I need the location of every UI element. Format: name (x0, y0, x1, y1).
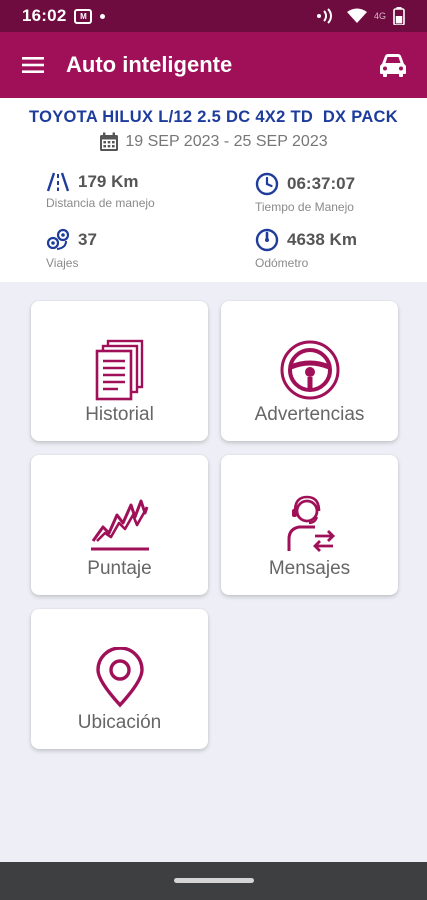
notification-dot-icon (100, 13, 106, 19)
date-range-text: 19 SEP 2023 - 25 SEP 2023 (125, 133, 328, 150)
stat-odometer: 4638 Km Odómetro (255, 228, 357, 270)
odometer-value: 4638 Km (287, 230, 357, 249)
status-time: 16:02 (22, 6, 67, 25)
home-gesture-handle[interactable] (174, 878, 254, 883)
stat-drive-time: 06:37:07 Tiempo de Manejo (255, 172, 355, 214)
puntaje-card[interactable]: Puntaje (31, 455, 208, 595)
historial-card[interactable]: Historial (31, 301, 208, 441)
steering-wheel-icon (280, 340, 339, 400)
notification-icon: M (74, 8, 93, 24)
stat-distance: 179 Km Distancia de manejo (46, 172, 155, 210)
calendar-icon (100, 132, 119, 151)
distance-value: 179 Km (78, 172, 139, 191)
system-nav-bar (0, 862, 427, 900)
vehicle-info-panel: TOYOTA HILUX L/12 2.5 DC 4X2 TD DX PACK … (0, 98, 427, 282)
clock-icon (255, 172, 279, 196)
app-bar: Auto inteligente (0, 32, 427, 98)
ubicacion-label: Ubicación (77, 712, 162, 733)
location-pin-icon (95, 647, 144, 708)
drive-time-label: Tiempo de Manejo (255, 200, 354, 214)
trips-value: 37 (78, 230, 97, 249)
road-icon (46, 172, 70, 192)
network-type-label: 4G (373, 11, 386, 21)
odometer-label: Odómetro (255, 256, 309, 270)
hamburger-menu-icon[interactable] (22, 56, 44, 74)
trips-label: Viajes (46, 256, 79, 270)
date-range[interactable]: 19 SEP 2023 - 25 SEP 2023 (0, 132, 427, 152)
distance-label: Distancia de manejo (46, 196, 155, 210)
stat-trips: 37 Viajes (46, 228, 97, 270)
documents-icon (95, 339, 143, 401)
ubicacion-card[interactable]: Ubicación (31, 609, 208, 749)
mensajes-card[interactable]: Mensajes (221, 455, 398, 595)
route-pins-icon (46, 228, 70, 250)
vehicle-name: TOYOTA HILUX L/12 2.5 DC 4X2 TD DX PACK (29, 108, 398, 126)
puntaje-label: Puntaje (87, 558, 152, 579)
wifi-icon (346, 8, 367, 23)
wifi-calling-icon (316, 8, 332, 24)
advertencias-label: Advertencias (254, 404, 365, 425)
score-chart-icon (90, 499, 149, 551)
status-bar: 16:02 M 4G (0, 0, 427, 32)
gauge-icon (255, 228, 279, 252)
advertencias-card[interactable]: Advertencias (221, 301, 398, 441)
drive-time-value: 06:37:07 (287, 174, 356, 193)
support-agent-icon (287, 495, 335, 552)
app-title: Auto inteligente (66, 52, 233, 77)
battery-icon (393, 7, 405, 25)
mensajes-label: Mensajes (268, 558, 351, 579)
historial-label: Historial (85, 404, 154, 425)
car-icon[interactable] (379, 53, 407, 77)
